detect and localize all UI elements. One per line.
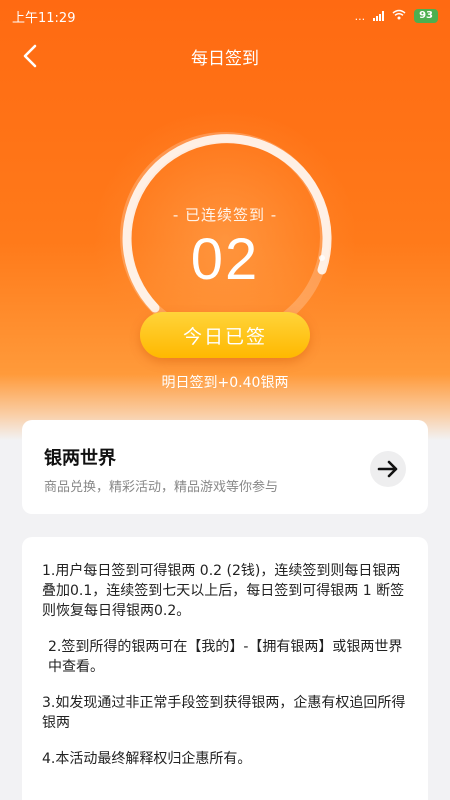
status-icons: ... 93 [355, 9, 438, 23]
rules-card: 1.用户每日签到可得银两 0.2 (2钱)，连续签到则每日银两叠加0.1，连续签… [22, 537, 428, 800]
rule-item: 3.如发现通过非正常手段签到获得银两，企惠有权追回所得银两 [42, 695, 406, 731]
rule-item: 2.签到所得的银两可在【我的】-【拥有银两】或银两世界中查看。 [48, 639, 403, 675]
arrow-right-icon [377, 460, 398, 478]
streak-days: 02 [190, 227, 260, 292]
battery-badge: 93 [414, 9, 438, 23]
back-button[interactable] [14, 40, 46, 72]
silver-world-subtitle: 商品兑换，精彩活动，精品游戏等你参与 [44, 480, 279, 495]
streak-label: - 已连续签到 - [172, 206, 278, 224]
status-bar: 上午11:29 ... 93 [0, 0, 450, 32]
silver-world-card[interactable]: 银两世界 商品兑换，精彩活动，精品游戏等你参与 [22, 420, 428, 514]
page-title: 每日签到 [191, 48, 259, 69]
checked-in-button[interactable]: 今日已签 [140, 312, 310, 358]
tomorrow-reward: 明日签到+0.40银两 [161, 375, 289, 391]
rule-item: 4.本活动最终解释权归企惠所有。 [42, 751, 252, 767]
wifi-icon [392, 9, 406, 23]
silver-world-go-button[interactable] [370, 451, 406, 487]
network-dots: ... [354, 9, 366, 23]
nav-bar: 每日签到 [0, 36, 450, 76]
back-arrow-icon [23, 44, 37, 68]
status-time: 上午11:29 [12, 10, 76, 26]
signal-icon [373, 11, 385, 21]
silver-world-title: 银两世界 [44, 448, 116, 469]
rule-item: 1.用户每日签到可得银两 0.2 (2钱)，连续签到则每日银两叠加0.1，连续签… [42, 563, 405, 619]
